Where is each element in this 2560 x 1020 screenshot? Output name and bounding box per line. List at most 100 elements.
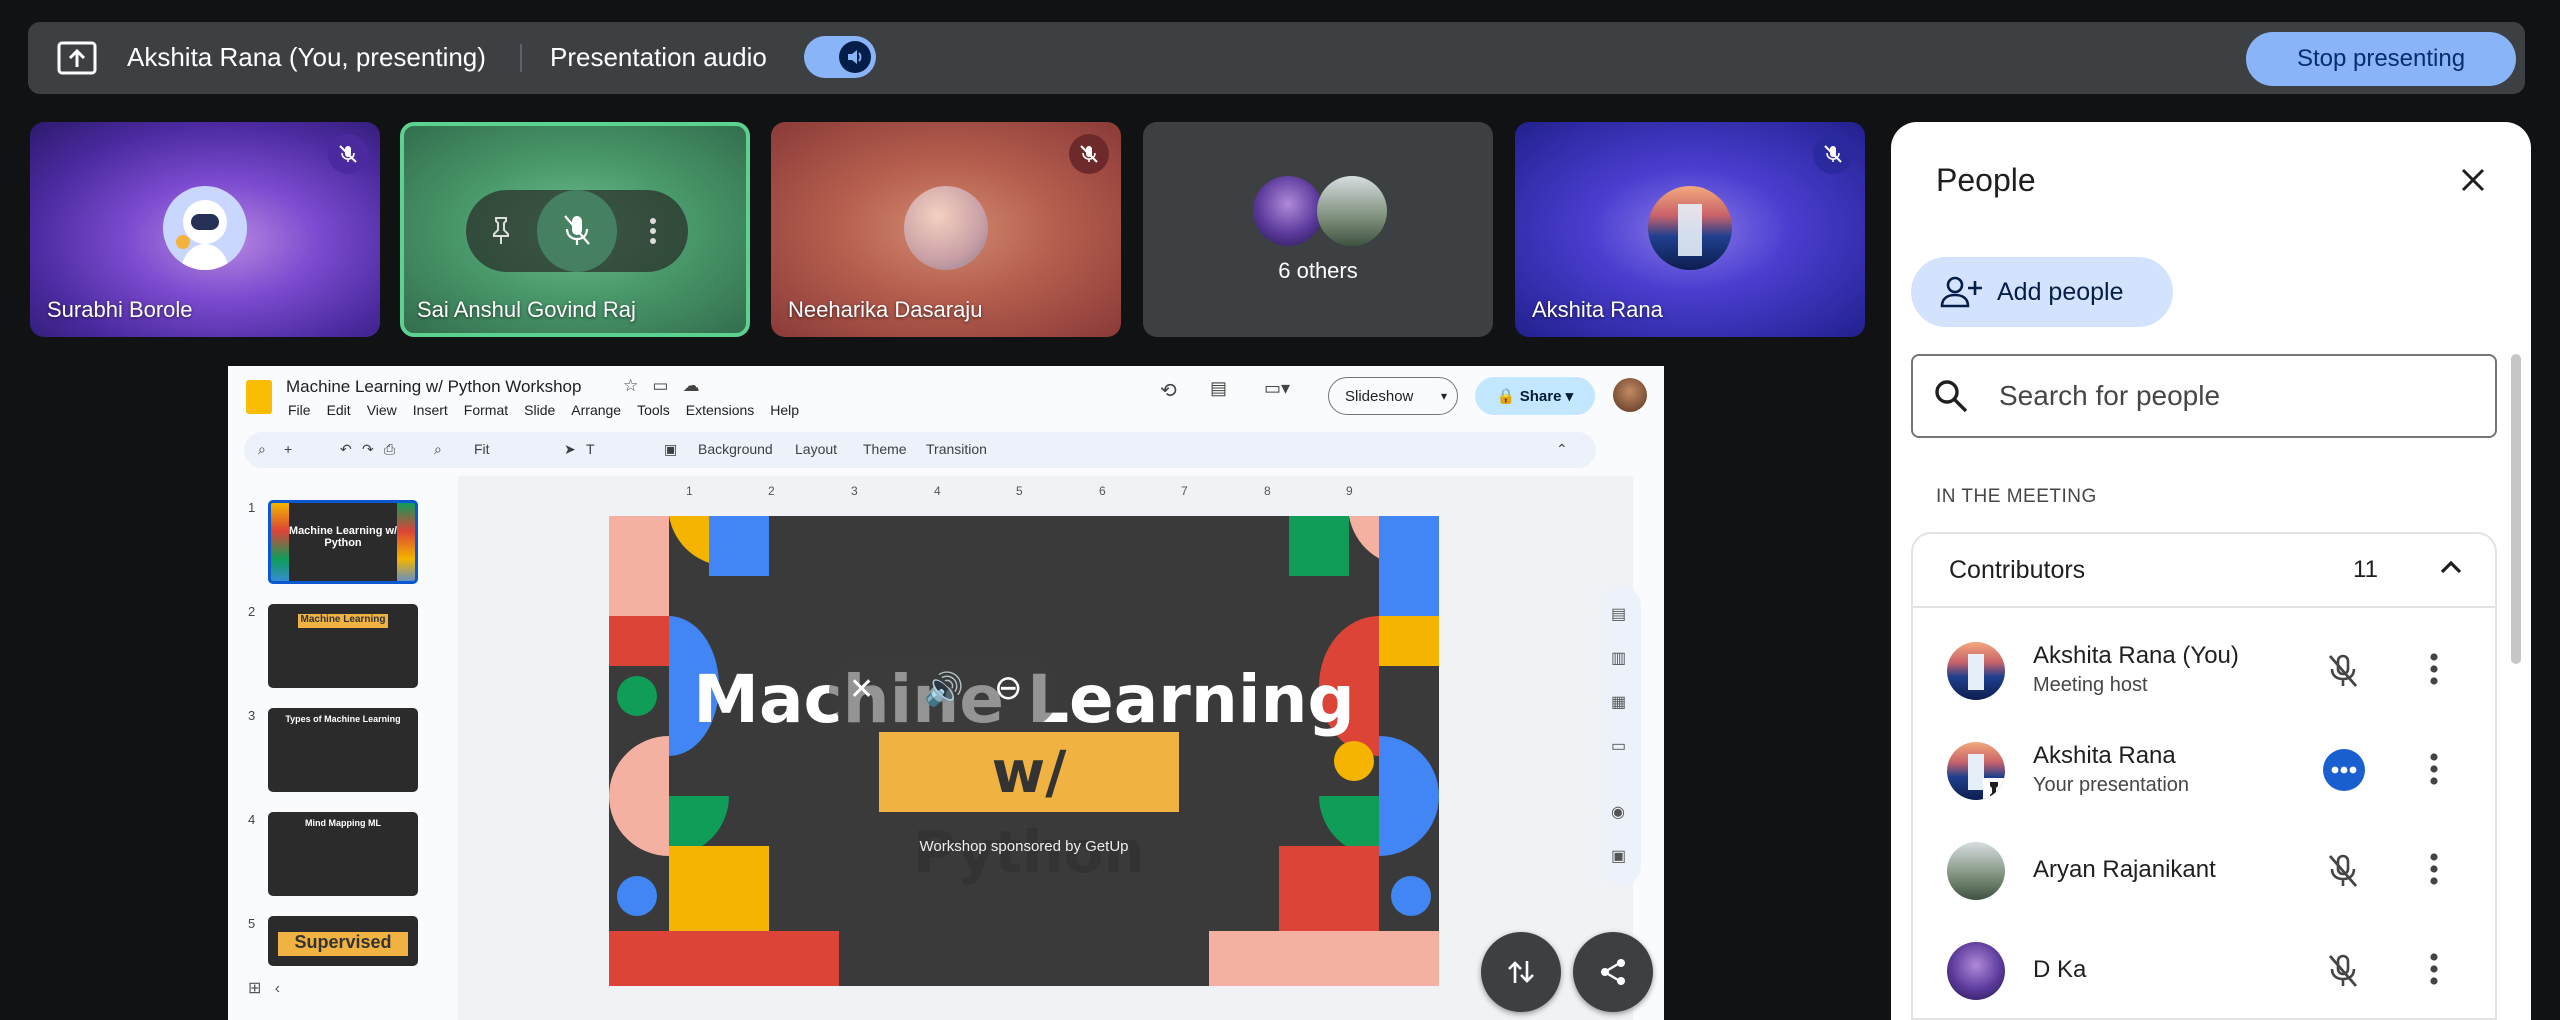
ruler-number: 2	[768, 484, 775, 498]
undo-icon[interactable]: ↶	[340, 441, 352, 458]
menu-arrange[interactable]: Arrange	[571, 402, 621, 418]
participant-tile-others[interactable]: 6 others	[1143, 122, 1493, 337]
mic-icon[interactable]	[536, 190, 618, 272]
menu-help[interactable]: Help	[770, 402, 799, 418]
people-panel: People Add people Search for people IN T…	[1891, 122, 2531, 1020]
person-name: Akshita Rana (You)	[2033, 642, 2239, 669]
contributors-label: Contributors	[1949, 556, 2086, 584]
menu-slide[interactable]: Slide	[524, 402, 555, 418]
transition-button[interactable]: Transition	[926, 441, 987, 457]
slide-thumbnail[interactable]: Types of Machine Learning	[268, 708, 418, 792]
avatar	[1648, 186, 1732, 270]
participant-tile-neeharika[interactable]: Neeharika Dasaraju	[771, 122, 1121, 337]
thumb-title: Types of Machine Learning	[285, 714, 401, 724]
person-name: Aryan Rajanikant	[2033, 856, 2216, 883]
participant-name: Surabhi Borole	[47, 297, 193, 322]
slide-thumbnail[interactable]: Supervised	[268, 916, 418, 966]
comment-add-icon[interactable]: ▣	[664, 441, 677, 458]
search-icon	[1935, 380, 1968, 413]
doc-title[interactable]: Machine Learning w/ Python Workshop	[286, 377, 581, 397]
share-button[interactable]: 🔒 Share ▾	[1475, 377, 1595, 415]
avatar	[1253, 176, 1323, 246]
camera-icon[interactable]: ▣	[1611, 846, 1626, 866]
select-icon[interactable]: ➤	[564, 441, 576, 458]
presentation-audio-toggle[interactable]	[804, 36, 876, 78]
comment-icon[interactable]: ▤	[1210, 378, 1227, 399]
layout-button[interactable]: Layout	[795, 441, 837, 457]
history-icon[interactable]: ⟲	[1160, 378, 1177, 403]
fit-icon[interactable]: ⊖	[994, 668, 1023, 708]
slide-thumbnail[interactable]: Machine Learning	[268, 604, 418, 688]
search-people-input[interactable]: Search for people	[1911, 354, 2497, 438]
mic-off-icon	[1069, 134, 1109, 174]
mic-off-icon[interactable]	[2325, 952, 2361, 995]
search-menus-icon[interactable]: ⌕	[258, 441, 266, 458]
slideshow-button[interactable]: Slideshow ▾	[1328, 377, 1458, 415]
person-role: Meeting host	[2033, 674, 2148, 696]
chevron-down-icon[interactable]: ▾	[1441, 389, 1447, 403]
participant-tile-surabhi[interactable]: Surabhi Borole	[30, 122, 380, 337]
close-icon[interactable]	[2451, 158, 2495, 202]
video-controls-overlay: ✕ 🔊 ⊖	[829, 654, 1059, 729]
chevron-up-icon[interactable]: ⌃	[1556, 441, 1568, 458]
presenting-icon[interactable]	[2323, 749, 2365, 791]
chevron-up-icon[interactable]	[2439, 558, 2463, 581]
star-icon[interactable]: ☆ ▭ ☁	[623, 376, 700, 396]
meet-icon[interactable]: ▭▾	[1264, 378, 1290, 399]
account-avatar[interactable]	[1613, 378, 1647, 412]
contributors-header[interactable]: Contributors 11	[1913, 534, 2495, 608]
mute-icon[interactable]: ✕	[849, 672, 874, 707]
grid-view-icon[interactable]: ⊞ ‹	[248, 978, 280, 998]
mic-off-icon[interactable]	[2325, 652, 2361, 695]
avatar	[1947, 642, 2005, 700]
switch-view-button[interactable]	[1481, 932, 1561, 1012]
background-button[interactable]: Background	[698, 441, 773, 457]
mic-off-icon	[328, 134, 368, 174]
menu-view[interactable]: View	[367, 402, 397, 418]
list-item[interactable]: D Ka	[1913, 922, 2495, 1020]
list-item[interactable]: Akshita Rana (You) Meeting host	[1913, 622, 2495, 722]
list-item[interactable]: Akshita Rana Your presentation	[1913, 722, 2495, 822]
menu-tools[interactable]: Tools	[637, 402, 670, 418]
record-icon[interactable]: ◉	[1611, 802, 1625, 822]
volume-icon	[839, 41, 871, 73]
more-options-icon[interactable]	[2429, 952, 2439, 991]
share-fab-button[interactable]	[1573, 932, 1653, 1012]
folder-icon[interactable]: ▭	[1611, 736, 1626, 756]
stop-presenting-button[interactable]: Stop presenting	[2246, 32, 2516, 86]
menu-file[interactable]: File	[288, 402, 311, 418]
menu-insert[interactable]: Insert	[413, 402, 448, 418]
menu-format[interactable]: Format	[464, 402, 508, 418]
redo-icon[interactable]: ↷	[362, 441, 374, 458]
print-icon[interactable]: ⎙	[384, 441, 395, 458]
more-options-icon[interactable]	[2429, 652, 2439, 691]
scrollbar[interactable]	[2511, 354, 2521, 664]
more-options-icon[interactable]	[2429, 752, 2439, 791]
menu-extensions[interactable]: Extensions	[686, 402, 754, 418]
contacts-icon[interactable]: ▦	[1611, 692, 1626, 712]
menu-edit[interactable]: Edit	[327, 402, 351, 418]
volume-icon[interactable]: 🔊	[924, 670, 964, 708]
participant-tile-akshita[interactable]: Akshita Rana	[1515, 122, 1865, 337]
textbox-icon[interactable]: T	[586, 441, 595, 457]
slide-thumbnail[interactable]: Machine Learning w/ Python	[268, 500, 418, 584]
zoom-icon[interactable]: ⌕	[434, 441, 442, 458]
zoom-select[interactable]: Fit	[474, 441, 490, 457]
current-slide[interactable]: Machine Learning w/ Python Workshop spon…	[609, 516, 1439, 986]
list-item[interactable]: Aryan Rajanikant	[1913, 822, 2495, 922]
theme-button[interactable]: Theme	[863, 441, 907, 457]
participant-tile-sai[interactable]: Sai Anshul Govind Raj	[400, 122, 750, 337]
slide-thumbnail[interactable]: Mind Mapping ML	[268, 812, 418, 896]
ruler-number: 5	[1016, 484, 1023, 498]
add-people-button[interactable]: Add people	[1911, 257, 2173, 327]
more-options-icon[interactable]	[617, 195, 688, 267]
new-slide-icon[interactable]: +	[284, 441, 292, 457]
slide-number: 2	[248, 604, 256, 619]
pin-icon[interactable]	[466, 195, 537, 267]
more-options-icon[interactable]	[2429, 852, 2439, 891]
mic-off-icon[interactable]	[2325, 852, 2361, 895]
slide-number: 4	[248, 812, 256, 827]
keep-icon[interactable]: ▤	[1611, 604, 1626, 624]
share-label: Share	[1519, 387, 1562, 405]
tasks-icon[interactable]: ▥	[1611, 648, 1626, 668]
